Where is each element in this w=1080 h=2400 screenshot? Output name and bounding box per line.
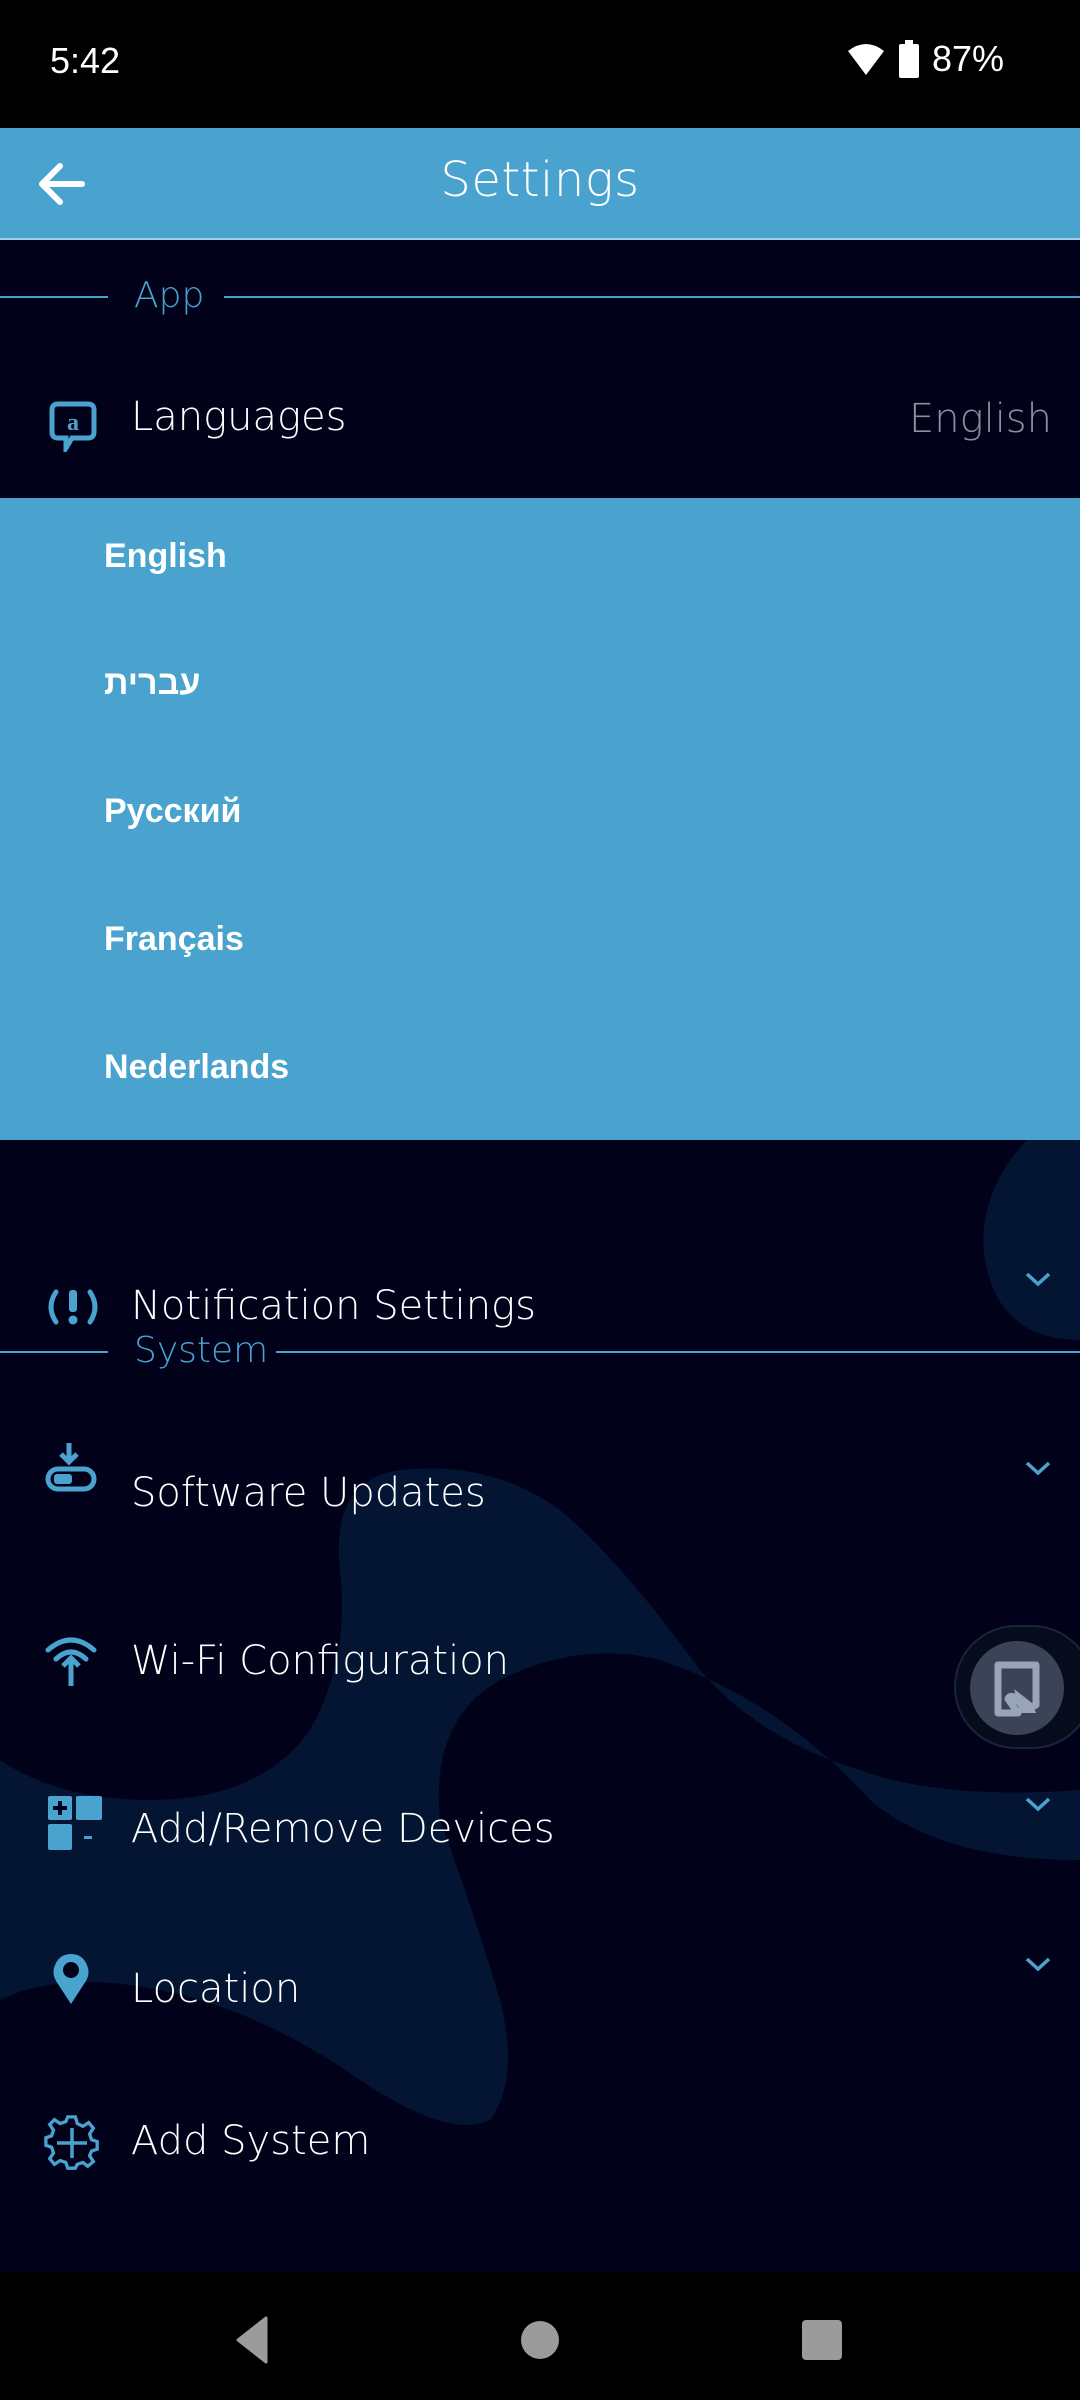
languages-row[interactable]: a Languages English [0, 358, 1080, 478]
add-remove-devices-icon [48, 1796, 102, 1850]
section-header-app: App [0, 267, 1080, 327]
nav-recents-button[interactable] [792, 2310, 852, 2370]
add-system-label: Add System [131, 2118, 371, 2164]
battery-percent: 87% [931, 38, 1004, 79]
nav-home-button[interactable] [510, 2310, 570, 2370]
wifi-upload-icon [45, 1637, 97, 1686]
battery-icon [898, 40, 919, 78]
location-pin-icon [53, 1954, 89, 2004]
wifi-configuration-row[interactable]: Wi-Fi Configuration [0, 1602, 1080, 1722]
svg-text:a: a [67, 410, 79, 436]
chevron-down-icon[interactable] [1024, 1794, 1052, 1814]
nav-home-icon [521, 2321, 559, 2359]
divider [0, 1351, 108, 1353]
language-bubble-icon: a [49, 401, 97, 452]
add-remove-devices-row[interactable]: Add/Remove Devices [0, 1770, 1080, 1890]
languages-current-value: English [908, 396, 1052, 442]
divider [276, 1351, 1080, 1353]
settings-content: App a Languages English English עברית Ру… [0, 240, 1080, 2272]
download-icon [45, 1443, 97, 1492]
gear-plus-icon [44, 2115, 99, 2170]
chevron-down-icon[interactable] [1024, 1269, 1052, 1289]
software-updates-row[interactable]: Software Updates [0, 1434, 1080, 1554]
app-bar: Settings [0, 128, 1080, 240]
location-label: Location [131, 1966, 301, 2012]
status-time: 5:42 [50, 40, 121, 81]
language-option-french[interactable]: Français [104, 899, 1004, 979]
nav-back-button[interactable] [226, 2310, 286, 2370]
system-nav-bar [0, 2272, 1080, 2400]
chevron-down-icon[interactable] [1024, 1954, 1052, 1974]
add-system-row[interactable]: Add System [0, 2082, 1080, 2202]
floating-assist-button[interactable] [954, 1625, 1080, 1749]
touch-screen-icon [994, 1661, 1040, 1717]
language-option-hebrew[interactable]: עברית [104, 643, 1004, 723]
section-label: System [134, 1330, 269, 1371]
software-updates-label: Software Updates [131, 1470, 486, 1516]
wifi-configuration-label: Wi-Fi Configuration [131, 1638, 510, 1684]
nav-back-icon [236, 2316, 268, 2364]
language-option-russian[interactable]: Русский [104, 771, 1004, 851]
section-label: App [134, 275, 205, 316]
page-title: Settings [440, 152, 640, 208]
language-option-dutch[interactable]: Nederlands [104, 1027, 1004, 1107]
divider [0, 296, 108, 298]
floating-assist-knob [970, 1641, 1064, 1735]
status-bar: 5:42 87% [0, 0, 1080, 128]
languages-label: Languages [131, 394, 347, 440]
language-option-english[interactable]: English [104, 516, 1004, 596]
section-header-system: System [0, 1322, 1080, 1382]
nav-recents-icon [802, 2320, 842, 2360]
add-remove-devices-label: Add/Remove Devices [131, 1806, 555, 1852]
divider [224, 296, 1080, 298]
location-row[interactable]: Location [0, 1930, 1080, 2050]
chevron-down-icon[interactable] [1024, 1458, 1052, 1478]
status-icons: 87% [846, 38, 1004, 80]
language-dropdown: English עברית Русский Français Nederland… [0, 498, 1080, 1140]
wifi-icon [847, 44, 884, 75]
